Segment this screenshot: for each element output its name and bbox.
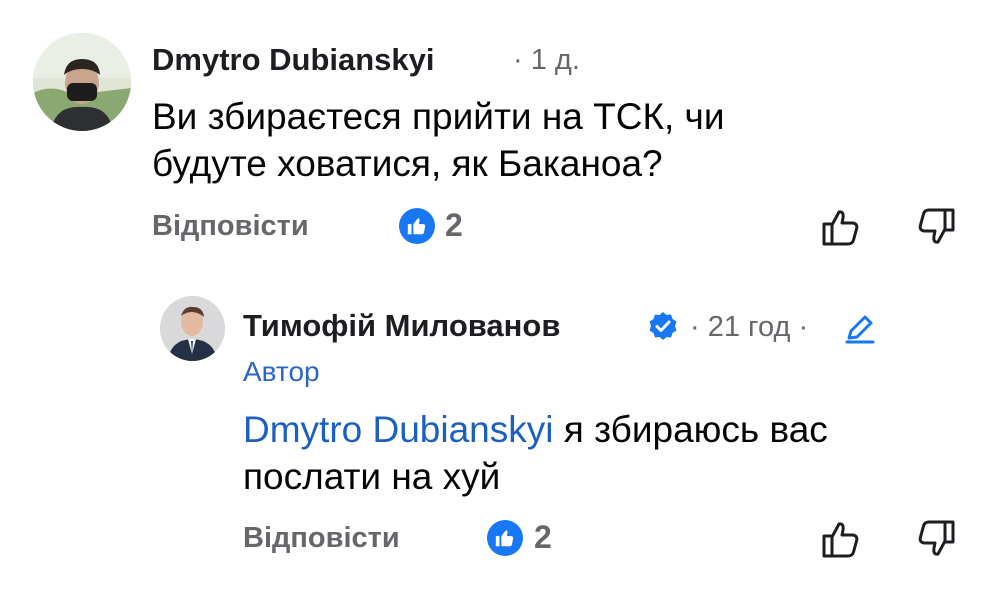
reply-like-count: 2 [534, 519, 552, 555]
comment-like-button[interactable] [818, 205, 862, 249]
thumbs-up-icon [407, 218, 426, 235]
thumbs-up-icon [822, 522, 859, 558]
comment-text-line-2: будуте ховатися, як Баканоа? [152, 143, 663, 184]
reply-text-line-1: Dmytro Dubianskyi я збираюсь вас [243, 407, 828, 452]
reply-author-name[interactable]: Тимофій Милованов [243, 308, 560, 344]
reply-reply-button[interactable]: Відповісти [243, 522, 400, 555]
verified-badge-icon [648, 311, 678, 346]
comment-timestamp[interactable]: · 1 д. [513, 44, 580, 77]
comment-author-name[interactable]: Dmytro Dubianskyi [152, 42, 435, 78]
thumbs-up-icon [495, 530, 514, 547]
thumbs-down-icon [918, 208, 955, 244]
comment-dislike-button[interactable] [915, 205, 959, 249]
reply-text-rest: я збираюсь вас [553, 409, 828, 450]
avatar-dmytro[interactable] [33, 33, 131, 131]
edit-pencil-icon[interactable] [843, 311, 877, 345]
thumbs-up-icon [822, 210, 859, 246]
avatar-tymofii[interactable] [160, 296, 225, 361]
comment-reply-button[interactable]: Відповісти [152, 210, 309, 243]
reply-like-button[interactable] [818, 517, 862, 561]
comment-like-badge[interactable] [399, 208, 435, 244]
thumbs-down-icon [918, 520, 955, 556]
mention-link[interactable]: Dmytro Dubianskyi [243, 409, 553, 450]
comment-like-count: 2 [445, 207, 463, 243]
reply-text-line-2: послати на хуй [243, 456, 501, 497]
reply-timestamp[interactable]: · 21 год · [690, 311, 808, 344]
avatar-image [160, 296, 225, 361]
author-badge: Автор [243, 356, 320, 387]
comment-text-line-1: Ви збираєтеся прийти на ТСК, чи [152, 96, 725, 137]
reply-dislike-button[interactable] [915, 517, 959, 561]
reply-like-badge[interactable] [487, 520, 523, 556]
avatar-image [33, 33, 131, 131]
